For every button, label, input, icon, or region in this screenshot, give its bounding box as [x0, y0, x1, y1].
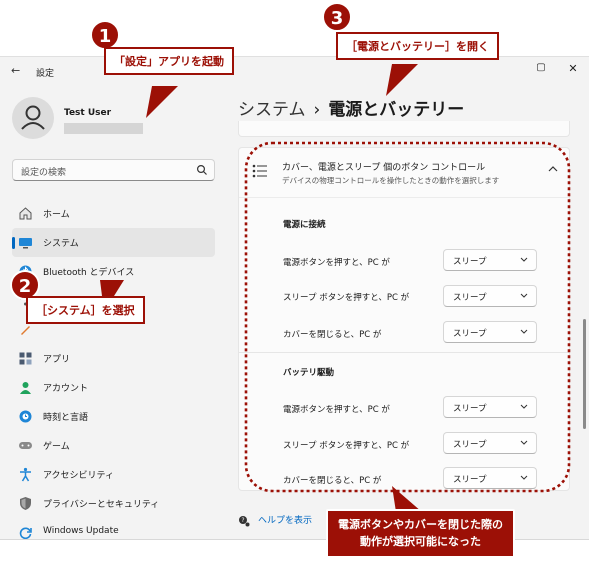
section-battery-title: バッテリ駆動 [283, 368, 335, 378]
shield-icon [20, 497, 31, 510]
row-label: 電源ボタンを押すと、PC が [283, 258, 390, 268]
sidebar-item-system[interactable]: システム [12, 228, 215, 257]
sidebar-item-time-language[interactable]: 時刻と言語 [12, 402, 215, 431]
list-settings-icon [252, 164, 267, 178]
row-label: スリープ ボタンを押すと、PC が [283, 293, 410, 303]
dropdown-value: スリープ [453, 293, 487, 303]
sidebar-item-accounts[interactable]: アカウント [12, 373, 215, 402]
sidebar-item-label: アカウント [43, 384, 89, 394]
chevron-down-icon [520, 440, 528, 445]
section-divider [239, 352, 569, 353]
dropdown-value: スリープ [453, 404, 487, 414]
apps-icon [19, 352, 32, 365]
sidebar-item-label: アクセシビリティ [43, 471, 115, 481]
sidebar-item-label: ホーム [43, 210, 70, 220]
sidebar-item-apps[interactable]: アプリ [12, 344, 215, 373]
row-label: 電源ボタンを押すと、PC が [283, 405, 390, 415]
sidebar-item-label: ゲーム [43, 442, 70, 452]
note-line-2: 動作が選択可能になった [360, 534, 481, 548]
gaming-icon [19, 442, 32, 449]
search-input[interactable]: 設定の検索 [12, 159, 215, 181]
help-link[interactable]: ? ヘルプを表示 [238, 513, 312, 527]
sidebar-item-label: Windows Update [43, 526, 119, 536]
row-label: スリープ ボタンを押すと、PC が [283, 441, 410, 451]
search-icon [196, 164, 207, 175]
sidebar-item-label: Bluetooth とデバイス [43, 268, 135, 278]
svg-text:?: ? [241, 517, 244, 524]
sidebar-item-label: システム [43, 239, 79, 249]
step-3-callout: ［電源とバッテリー］を開く [336, 32, 499, 60]
dropdown-value: スリープ [453, 440, 487, 450]
sidebar-item-privacy[interactable]: プライバシーとセキュリティ [12, 489, 215, 518]
sidebar-item-accessibility[interactable]: アクセシビリティ [12, 460, 215, 489]
row-label: カバーを閉じると、PC が [283, 330, 382, 340]
button-controls-card: カバー、電源とスリープ 個のボタン コントロール デバイスの物理コントロールを操… [238, 147, 570, 491]
step-3-badge: 3 [322, 2, 352, 32]
breadcrumb-separator: › [313, 100, 321, 120]
sidebar-item-label: 時刻と言語 [43, 413, 89, 423]
search-placeholder: 設定の検索 [21, 168, 67, 178]
note-callout: 電源ボタンやカバーを閉じた際の 動作が選択可能になった [326, 509, 515, 558]
sidebar-item-label: アプリ [43, 355, 71, 365]
maximize-button[interactable]: ▢ [534, 62, 548, 73]
card-title: カバー、電源とスリープ 個のボタン コントロール [282, 163, 486, 173]
page-heading: 電源とバッテリー [328, 100, 465, 120]
chevron-down-icon [520, 404, 528, 409]
dropdown-value: スリープ [453, 257, 487, 267]
dropdown-value: スリープ [453, 475, 487, 485]
close-button[interactable]: ✕ [566, 62, 580, 75]
title-bar: ← 設定 ▢ ✕ [0, 57, 589, 87]
page-title: システム › 電源とバッテリー [238, 95, 464, 120]
breadcrumb-system[interactable]: システム [238, 100, 306, 120]
dropdown-value: スリープ [453, 329, 487, 339]
step-2-callout: ［システム］を選択 [26, 296, 145, 324]
user-name: Test User [64, 108, 112, 118]
accounts-icon [20, 382, 31, 394]
plugged-sleep-button-dropdown[interactable]: スリープ [443, 285, 537, 307]
sidebar-item-gaming[interactable]: ゲーム [12, 431, 215, 460]
chevron-down-icon [520, 293, 528, 298]
sidebar-item-bluetooth[interactable]: Bluetooth とデバイス [12, 257, 215, 286]
battery-lid-close-dropdown[interactable]: スリープ [443, 467, 537, 489]
home-icon [19, 207, 32, 220]
card-header[interactable]: カバー、電源とスリープ 個のボタン コントロール デバイスの物理コントロールを操… [239, 148, 569, 198]
help-icon: ? [239, 515, 250, 526]
person-icon [21, 105, 45, 130]
plugged-lid-close-dropdown[interactable]: スリープ [443, 321, 537, 343]
sidebar-item-home[interactable]: ホーム [12, 199, 215, 228]
row-label: カバーを閉じると、PC が [283, 476, 382, 486]
avatar [12, 97, 54, 139]
battery-sleep-button-dropdown[interactable]: スリープ [443, 432, 537, 454]
app-title: 設定 [36, 69, 55, 79]
chevron-down-icon [520, 329, 528, 334]
selection-indicator [12, 237, 15, 249]
windows-update-icon [19, 527, 32, 539]
step-1-badge: 1 [90, 20, 120, 50]
sidebar-nav: ホーム システム Bluetooth とデバイス アプリ アカウント 時刻と言語… [12, 199, 215, 539]
sidebar-item-label: プライバシーとセキュリティ [43, 500, 160, 510]
back-button[interactable]: ← [11, 64, 20, 77]
time-language-icon [19, 410, 32, 423]
card-description: デバイスの物理コントロールを操作したときの動作を選択します [282, 176, 500, 185]
user-email-redacted [64, 123, 143, 134]
accessibility-icon [20, 467, 31, 482]
note-line-1: 電源ボタンやカバーを閉じた際の [338, 518, 503, 531]
chevron-down-icon [520, 257, 528, 262]
personalization-icon [21, 326, 30, 335]
sidebar-item-windows-update[interactable]: Windows Update [12, 518, 215, 539]
step-1-callout: 「設定」アプリを起動 [104, 47, 234, 75]
system-icon [19, 238, 32, 249]
battery-power-button-dropdown[interactable]: スリープ [443, 396, 537, 418]
section-plugged-in-title: 電源に接続 [283, 220, 326, 230]
previous-card-edge [238, 121, 570, 137]
chevron-down-icon [520, 475, 528, 480]
chevron-up-icon[interactable] [548, 165, 558, 173]
plugged-power-button-dropdown[interactable]: スリープ [443, 249, 537, 271]
help-label: ヘルプを表示 [258, 516, 313, 526]
scrollbar-thumb[interactable] [583, 319, 586, 429]
